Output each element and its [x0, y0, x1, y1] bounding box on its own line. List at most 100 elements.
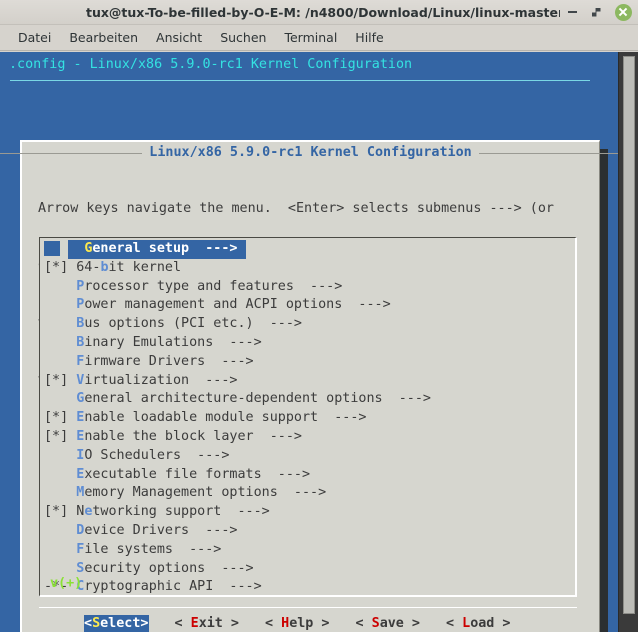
menu-row-mark: [44, 561, 68, 576]
help-line-1: Arrow keys navigate the menu. <Enter> se…: [38, 200, 554, 216]
menu-ansicht[interactable]: Ansicht: [147, 28, 211, 47]
dialog-title-rule-left: [0, 152, 143, 154]
terminal-area[interactable]: .config - Linux/x86 5.9.0-rc1 Kernel Con…: [0, 52, 638, 632]
menu-row-hotkey: b: [100, 259, 109, 275]
menu-row[interactable]: [*] 64-bit kernel: [44, 259, 431, 278]
menu-row-label: us options (PCI etc.) --->: [84, 316, 302, 332]
menu-row-mark: [44, 354, 68, 369]
dialog-button[interactable]: < Load >: [446, 615, 511, 632]
menu-row-label: ecurity options --->: [84, 560, 254, 576]
menu-datei[interactable]: Datei: [9, 28, 60, 47]
menu-row[interactable]: Device Drivers --->: [44, 522, 431, 541]
dialog-title-rule-right: [478, 152, 638, 154]
menu-row[interactable]: Executable file formats --->: [44, 466, 431, 485]
menu-row-label: irtualization --->: [84, 372, 238, 388]
dialog-button-hotkey: E: [190, 616, 199, 632]
menu-row-mark: [44, 335, 68, 350]
menu-row-label: evice Drivers --->: [84, 522, 238, 538]
menu-row-mark: [44, 297, 68, 312]
dialog-button-hotkey: S: [371, 616, 380, 632]
menu-row-pre: 64-: [68, 259, 101, 275]
menu-row-label: it kernel: [108, 259, 182, 275]
maximize-button[interactable]: [584, 0, 608, 25]
menu-row-label: O Schedulers --->: [84, 447, 230, 463]
menu-row-highlight: General setup --->: [68, 240, 246, 259]
menu-row-label: eneral architecture-dependent options --…: [84, 391, 431, 407]
menu-row[interactable]: General setup --->: [44, 240, 431, 259]
scroll-more-indicator: v(+): [50, 576, 83, 592]
menu-row[interactable]: General architecture-dependent options -…: [44, 390, 431, 409]
menu-row[interactable]: IO Schedulers --->: [44, 447, 431, 466]
dialog-title: Linux/x86 5.9.0-rc1 Kernel Configuration: [0, 143, 638, 163]
menu-row-label: ile systems --->: [84, 541, 222, 557]
menu-row[interactable]: Bus options (PCI etc.) --->: [44, 315, 431, 334]
menu-row-label: xecutable file formats --->: [84, 466, 311, 482]
menu-bottom-rule: [42, 585, 575, 586]
minimize-icon: [567, 11, 577, 13]
menu-row-label: emory Management options --->: [84, 485, 327, 501]
menu-row-label: rocessor type and features --->: [84, 278, 343, 294]
menu-hilfe[interactable]: Hilfe: [346, 28, 392, 47]
menu-row[interactable]: Power management and ACPI options --->: [44, 296, 431, 315]
menu-row-mark: [44, 279, 68, 294]
menu-row-mark: [*]: [44, 372, 69, 388]
menu-row[interactable]: [*] Enable loadable module support --->: [44, 409, 431, 428]
menu-row[interactable]: Processor type and features --->: [44, 278, 431, 297]
menu-row-mark: [44, 485, 68, 500]
menu-row-mark: [*]: [44, 410, 69, 426]
menu-suchen[interactable]: Suchen: [211, 28, 275, 47]
menu-row[interactable]: [*] Enable the block layer --->: [44, 428, 431, 447]
menuconfig-header: .config - Linux/x86 5.9.0-rc1 Kernel Con…: [9, 57, 413, 72]
dialog-button[interactable]: < Exit >: [175, 615, 240, 632]
menu-row-label: inary Emulations --->: [84, 334, 262, 350]
terminal-window: tux@tux-To-be-filled-by-O-E-M: /n4800/Do…: [0, 0, 638, 632]
menu-row[interactable]: [*] Networking support --->: [44, 503, 431, 522]
menu-row-lead: [44, 241, 61, 256]
menu-bearbeiten[interactable]: Bearbeiten: [60, 28, 147, 47]
maximize-icon: [591, 7, 601, 17]
menu-terminal[interactable]: Terminal: [275, 28, 346, 47]
menu-row[interactable]: Security options --->: [44, 560, 431, 579]
menu-row-hotkey: G: [84, 241, 93, 256]
dialog-title-text: Linux/x86 5.9.0-rc1 Kernel Configuration: [149, 144, 472, 160]
menu-row-mark: [44, 391, 68, 406]
menu-row-mark: [44, 542, 68, 557]
menu-list: General setup ---> [*] 64-bit kernel Pro…: [44, 240, 431, 595]
menu-list-box: General setup ---> [*] 64-bit kernel Pro…: [39, 237, 577, 597]
menu-row[interactable]: Binary Emulations --->: [44, 334, 431, 353]
dialog-button[interactable]: < Help >: [265, 615, 330, 632]
menu-row[interactable]: [*] Virtualization --->: [44, 372, 431, 391]
menu-row-mark: [44, 467, 68, 482]
dialog-button[interactable]: < Save >: [356, 615, 421, 632]
menu-row-label: ryptographic API --->: [84, 579, 262, 595]
menu-row-label: nable loadable module support --->: [84, 410, 367, 426]
dialog-button-hotkey: H: [281, 616, 290, 632]
menu-row-mark: [*]: [44, 504, 69, 520]
menu-row[interactable]: Memory Management options --->: [44, 484, 431, 503]
application-menubar: Datei Bearbeiten Ansicht Suchen Terminal…: [0, 25, 638, 51]
minimize-button[interactable]: [560, 0, 584, 25]
dialog-button-hotkey: L: [462, 616, 471, 632]
terminal-content: .config - Linux/x86 5.9.0-rc1 Kernel Con…: [0, 52, 638, 632]
menu-row[interactable]: File systems --->: [44, 541, 431, 560]
menu-row[interactable]: -*- Cryptographic API --->: [44, 578, 431, 595]
close-icon: [614, 3, 632, 21]
menu-row-label: tworking support --->: [92, 504, 270, 520]
dialog-button[interactable]: <Select>: [84, 615, 149, 632]
close-button[interactable]: [608, 0, 638, 25]
menu-row-mark: [*]: [44, 428, 69, 444]
menu-row-label: irmware Drivers --->: [84, 353, 254, 369]
menu-row[interactable]: Firmware Drivers --->: [44, 353, 431, 372]
terminal-scrollbar[interactable]: [618, 52, 638, 632]
menu-row-mark: [*]: [44, 259, 69, 275]
dialog-button-bar: <Select> < Exit > < Help > < Save > < Load >: [39, 607, 577, 632]
window-titlebar: tux@tux-To-be-filled-by-O-E-M: /n4800/Do…: [0, 0, 638, 25]
scrollbar-thumb[interactable]: [623, 56, 635, 614]
menu-row-label: ower management and ACPI options --->: [84, 297, 391, 313]
menu-row-pre: N: [68, 504, 85, 520]
menu-row-mark: [44, 523, 68, 538]
menu-cursor: [60, 240, 69, 259]
menu-row-mark: [44, 316, 68, 331]
menuconfig-dialog: Linux/x86 5.9.0-rc1 Kernel Configuration…: [0, 140, 638, 632]
header-underline: [10, 80, 590, 81]
